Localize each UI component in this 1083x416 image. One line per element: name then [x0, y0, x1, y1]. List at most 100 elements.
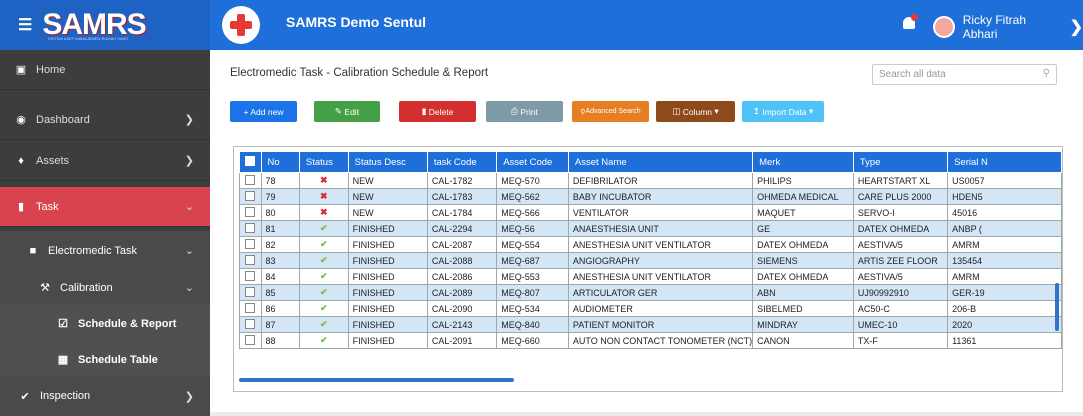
sidebar-item-label: Schedule & Report	[78, 317, 177, 330]
row-checkbox[interactable]	[239, 220, 262, 237]
table-row[interactable]: 87 ✔ FINISHED CAL-2143 MEQ-840 PATIENT MONITO…	[239, 316, 1062, 333]
table-cell: US0057	[947, 172, 1062, 189]
sidebar-item-dashboard[interactable]: ◉ Dashboard ❯	[0, 100, 210, 140]
table-cell: CAL-1784	[426, 204, 498, 221]
delete-button[interactable]: ▮ Delete	[399, 101, 476, 122]
sidebar-item-assets[interactable]: ♦ Assets ❯	[0, 141, 210, 181]
table-row[interactable]: 82 ✔ FINISHED CAL-2087 MEQ-554 ANESTHESIA UNI…	[239, 236, 1062, 253]
table-cell: 88	[260, 332, 300, 349]
assets-icon: ♦	[18, 154, 24, 167]
table-cell: BABY INCUBATOR	[567, 188, 754, 205]
table-cell: 86	[260, 300, 300, 317]
chevron-down-icon: ⌄	[184, 201, 194, 213]
status-check-icon: ✔	[298, 252, 349, 269]
table-cell: 84	[260, 268, 300, 285]
row-checkbox[interactable]	[239, 172, 262, 189]
table-cell: FINISHED	[347, 236, 428, 253]
col-header-no[interactable]: No	[260, 151, 300, 173]
sidebar-item-calibration[interactable]: ⚒ Calibration ⌄	[0, 268, 210, 308]
table-row[interactable]: 79 ✖ NEW CAL-1783 MEQ-562 BABY INCUBATOR OHMED…	[239, 188, 1062, 205]
col-header-status[interactable]: Status	[298, 151, 349, 173]
col-header-task-code[interactable]: task Code	[426, 151, 498, 173]
table-cell: 11361	[947, 332, 1062, 349]
row-checkbox[interactable]	[239, 284, 262, 301]
select-all-checkbox[interactable]	[239, 151, 262, 173]
table-cell: MEQ-56	[496, 220, 569, 237]
sidebar-item-electromedic-task[interactable]: ■ Electromedic Task ⌄	[0, 231, 210, 271]
table-row[interactable]: 80 ✖ NEW CAL-1784 MEQ-566 VENTILATOR MAQUET SER…	[239, 204, 1062, 221]
data-table-container: No Status Status Desc task Code Asset Co…	[233, 146, 1063, 392]
row-checkbox[interactable]	[239, 204, 262, 221]
col-header-serial[interactable]: Serial N	[947, 151, 1062, 173]
table-cell: MEQ-660	[496, 332, 569, 349]
table-cell: MINDRAY	[752, 316, 854, 333]
row-checkbox[interactable]	[239, 300, 262, 317]
hospital-cross-icon	[222, 6, 260, 44]
row-checkbox[interactable]	[239, 236, 262, 253]
table-cell: MEQ-553	[496, 268, 569, 285]
column-button[interactable]: ◫ Column ▾	[656, 101, 735, 122]
print-icon: ⎙	[511, 106, 521, 116]
table-cell: AUTO NON CONTACT TONOMETER (NCT)	[567, 332, 754, 349]
hamburger-menu-icon[interactable]: ☰	[18, 15, 32, 35]
horizontal-scrollbar[interactable]	[239, 378, 514, 382]
col-header-asset-code[interactable]: Asset Code	[496, 151, 569, 173]
table-row[interactable]: 83 ✔ FINISHED CAL-2088 MEQ-687 ANGIOGRAPHY SIE…	[239, 252, 1062, 269]
table-row[interactable]: 86 ✔ FINISHED CAL-2090 MEQ-534 AUDIOMETER SIBE…	[239, 300, 1062, 317]
status-x-icon: ✖	[298, 204, 349, 221]
search-input[interactable]: Search all data ⚲	[872, 64, 1057, 85]
table-cell: AMRM	[947, 268, 1062, 285]
sidebar-item-schedule-table[interactable]: ▦ Schedule Table	[0, 340, 210, 380]
main-content: Electromedic Task - Calibration Schedule…	[210, 50, 1083, 412]
advanced-search-button[interactable]: ⚲ Advanced Search	[572, 101, 649, 122]
table-row[interactable]: 81 ✔ FINISHED CAL-2294 MEQ-56 ANAESTHESIA UNI…	[239, 220, 1062, 237]
print-button[interactable]: ⎙ Print	[486, 101, 563, 122]
table-cell: UJ90992910	[852, 284, 949, 301]
upload-icon: ↥	[752, 106, 763, 116]
col-header-status-desc[interactable]: Status Desc	[347, 151, 428, 173]
row-checkbox[interactable]	[239, 316, 262, 333]
import-label: Import Data	[762, 106, 807, 117]
table-row[interactable]: 88 ✔ FINISHED CAL-2091 MEQ-660 AUTO NON CONTA…	[239, 332, 1062, 349]
row-checkbox[interactable]	[239, 188, 262, 205]
table-cell: FINISHED	[347, 316, 428, 333]
table-cell: 206-B	[947, 300, 1062, 317]
table-cell: FINISHED	[347, 300, 428, 317]
table-row[interactable]: 84 ✔ FINISHED CAL-2086 MEQ-553 ANESTHESIA UNI…	[239, 268, 1062, 285]
table-cell: NEW	[347, 188, 428, 205]
sidebar-item-schedule-report[interactable]: ☑ Schedule & Report	[0, 304, 210, 344]
import-data-button[interactable]: ↥ Import Data ▾	[742, 101, 824, 122]
edit-icon: ✎	[334, 106, 345, 116]
table-cell: 78	[260, 172, 300, 189]
col-header-type[interactable]: Type	[852, 151, 949, 173]
table-row[interactable]: 78 ✖ NEW CAL-1782 MEQ-570 DEFIBRILATOR PHILIPS…	[239, 172, 1062, 189]
table-cell: GE	[752, 220, 854, 237]
brand-subtitle: SISTEM ASET MANAJEMEN RUMAH SAKIT	[48, 36, 129, 41]
sidebar-item-inspection[interactable]: ✔ Inspection ❯	[0, 376, 210, 416]
table-cell: 79	[260, 188, 300, 205]
status-check-icon: ✔	[298, 316, 349, 333]
edit-button[interactable]: ✎ Edit	[314, 101, 380, 122]
sidebar-item-task[interactable]: ▮ Task ⌄	[0, 187, 210, 227]
status-check-icon: ✔	[298, 268, 349, 285]
table-cell: ABN	[752, 284, 854, 301]
table-cell: MEQ-554	[496, 236, 569, 253]
sidebar-item-home[interactable]: ▣ Home	[0, 50, 210, 90]
status-check-icon: ✔	[298, 220, 349, 237]
user-menu[interactable]: Ricky Fitrah Abhari ❯	[933, 13, 1083, 41]
row-checkbox[interactable]	[239, 268, 262, 285]
notification-bell-icon[interactable]	[900, 14, 920, 34]
sidebar-item-label: Dashboard	[36, 113, 90, 126]
vertical-scrollbar[interactable]	[1055, 283, 1059, 331]
col-header-merk[interactable]: Merk	[752, 151, 854, 173]
table-cell: AC50-C	[852, 300, 949, 317]
row-checkbox[interactable]	[239, 332, 262, 349]
col-header-asset-name[interactable]: Asset Name	[567, 151, 754, 173]
delete-label: Delete	[428, 106, 454, 117]
table-row[interactable]: 85 ✔ FINISHED CAL-2089 MEQ-807 ARTICULATOR GE…	[239, 284, 1062, 301]
table-cell: FINISHED	[347, 332, 428, 349]
sidebar-item-label: Assets	[36, 154, 70, 167]
table-cell: FINISHED	[347, 220, 428, 237]
add-new-button[interactable]: + Add new	[230, 101, 297, 122]
row-checkbox[interactable]	[239, 252, 262, 269]
